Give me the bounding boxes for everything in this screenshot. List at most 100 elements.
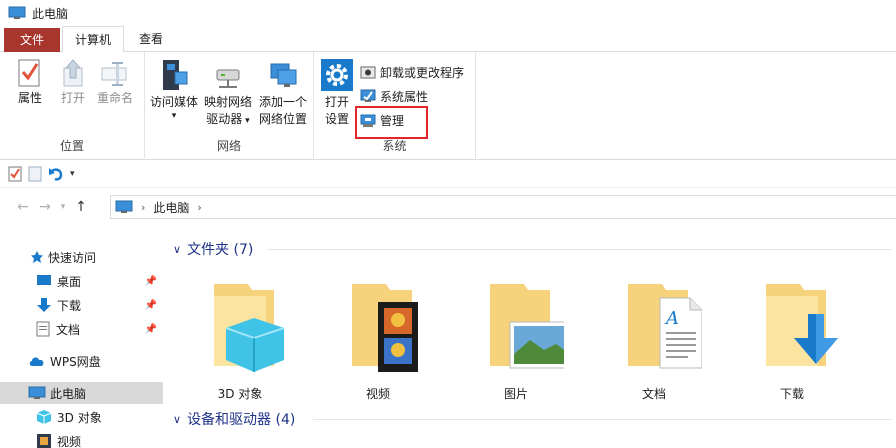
svg-text:A: A xyxy=(664,308,679,329)
sidebar-item-label: 视频 xyxy=(57,434,82,448)
breadcrumb-this-pc[interactable]: 此电脑 xyxy=(153,199,189,216)
breadcrumb-chevron-icon-2[interactable]: › xyxy=(197,201,201,214)
qat-new-folder-icon[interactable] xyxy=(28,166,42,182)
breadcrumb-chevron-icon[interactable]: › xyxy=(141,201,145,214)
uninstall-icon xyxy=(360,66,376,79)
this-pc-icon xyxy=(8,6,26,19)
sidebar-item-videos[interactable]: 视频 xyxy=(0,430,163,448)
navigation-row: ← → ▾ ↑ › 此电脑 › xyxy=(0,192,896,222)
document-icon xyxy=(36,321,50,337)
tab-computer[interactable]: 计算机 xyxy=(62,26,124,53)
tab-view[interactable]: 查看 xyxy=(128,26,174,52)
ribbon: 属性 打开 重命名 位置 访问媒体 ▾ 映射网络 驱动器 ▾ 添加一个 网络位置… xyxy=(0,52,896,160)
folders-header-label: 文件夹 (7) xyxy=(187,242,254,258)
sidebar-item-label: 3D 对象 xyxy=(57,410,102,425)
3d-objects-folder-icon xyxy=(214,284,285,372)
documents-folder-icon: A xyxy=(628,284,702,369)
sidebar-item-documents[interactable]: 文档 📌 xyxy=(0,318,163,340)
media-icon xyxy=(163,60,188,90)
folder-name: 下载 xyxy=(779,387,804,401)
settings-gear-icon xyxy=(321,59,353,91)
address-bar[interactable]: › 此电脑 › xyxy=(110,195,896,219)
window-title: 此电脑 xyxy=(32,6,69,21)
open-settings-label-1: 打开 xyxy=(324,95,349,109)
cloud-icon xyxy=(29,357,44,366)
network-drive-icon xyxy=(216,69,240,88)
open-button[interactable]: 打开 xyxy=(56,58,90,107)
access-media-button[interactable]: 访问媒体 ▾ xyxy=(147,58,201,121)
sidebar-item-quick-access[interactable]: 快速访问 xyxy=(0,246,163,268)
chevron-down-icon[interactable]: ∨ xyxy=(173,243,181,256)
pin-icon[interactable]: 📌 xyxy=(145,300,157,311)
group-location-label: 位置 xyxy=(59,139,84,153)
open-settings-label-2: 设置 xyxy=(324,112,349,126)
title-bar: 此电脑 xyxy=(0,0,896,26)
section-divider xyxy=(267,249,892,250)
qat-customize-icon[interactable]: ▾ xyxy=(70,169,75,179)
open-label: 打开 xyxy=(60,91,85,105)
map-drive-button[interactable]: 映射网络 驱动器 ▾ xyxy=(201,58,255,130)
sidebar-item-downloads[interactable]: 下载 📌 xyxy=(0,294,163,316)
qat-undo-icon[interactable] xyxy=(48,166,64,182)
folder-3d-objects[interactable]: 3D 对象 xyxy=(185,278,295,401)
qat-properties-icon[interactable] xyxy=(8,166,22,182)
videos-folder-icon xyxy=(352,284,418,372)
tab-file[interactable]: 文件 xyxy=(4,28,60,52)
folder-documents[interactable]: A 文档 xyxy=(599,278,709,401)
manage-highlight-box xyxy=(355,106,428,139)
sidebar-item-this-pc[interactable]: 此电脑 xyxy=(0,382,163,404)
pin-icon[interactable]: 📌 xyxy=(145,276,157,287)
sidebar-item-3d-objects[interactable]: 3D 对象 xyxy=(0,406,163,428)
section-divider xyxy=(313,419,892,420)
folder-downloads[interactable]: 下载 xyxy=(737,278,847,401)
this-pc-icon xyxy=(28,386,46,399)
properties-button[interactable]: 属性 xyxy=(12,58,48,107)
desktop-icon xyxy=(37,275,51,285)
star-icon xyxy=(31,251,43,263)
add-network-location-button[interactable]: 添加一个 网络位置 xyxy=(255,58,311,128)
access-media-label: 访问媒体 xyxy=(149,95,198,109)
downloads-folder-icon xyxy=(766,284,838,366)
pin-icon[interactable]: 📌 xyxy=(145,324,157,335)
devices-section-header[interactable]: ∨ 设备和驱动器 (4) xyxy=(173,408,295,430)
network-location-icon xyxy=(270,63,297,87)
forward-arrow-icon[interactable]: → xyxy=(34,199,56,215)
group-system: 打开 设置 卸载或更改程序 系统属性 管理 系统 xyxy=(314,52,476,158)
sidebar-item-wps-cloud[interactable]: WPS网盘 xyxy=(0,350,163,372)
folders-section-header[interactable]: ∨ 文件夹 (7) xyxy=(173,238,253,260)
add-location-label-2: 网络位置 xyxy=(258,112,307,126)
group-network: 访问媒体 ▾ 映射网络 驱动器 ▾ 添加一个 网络位置 网络 xyxy=(145,52,314,158)
system-properties-button[interactable]: 系统属性 xyxy=(360,86,428,106)
system-properties-icon xyxy=(360,89,376,102)
3d-cube-icon xyxy=(36,410,52,424)
open-settings-button[interactable]: 打开 设置 xyxy=(318,58,356,128)
rename-button[interactable]: 重命名 xyxy=(94,58,136,107)
folder-name: 3D 对象 xyxy=(217,387,263,401)
sidebar-item-label: 下载 xyxy=(57,298,82,313)
open-icon xyxy=(63,59,83,87)
uninstall-label: 卸载或更改程序 xyxy=(380,65,465,80)
navigation-pane: 快速访问 桌面 📌 下载 📌 文档 📌 WPS网盘 此电脑 3D 对象 视频 xyxy=(0,236,163,448)
recent-chevron-down-icon[interactable]: ▾ xyxy=(56,202,70,212)
folder-videos[interactable]: 视频 xyxy=(323,278,433,401)
folder-pictures[interactable]: 图片 xyxy=(461,278,571,401)
pictures-folder-icon xyxy=(490,284,564,369)
quick-access-toolbar: ▾ xyxy=(0,160,896,188)
video-film-icon xyxy=(37,434,51,448)
devices-header-label: 设备和驱动器 (4) xyxy=(187,412,296,428)
chevron-down-icon[interactable]: ∨ xyxy=(173,413,181,426)
rename-icon xyxy=(101,62,127,86)
sidebar-item-desktop[interactable]: 桌面 📌 xyxy=(0,270,163,292)
back-arrow-icon[interactable]: ← xyxy=(12,199,34,215)
group-system-label: 系统 xyxy=(382,139,407,153)
group-location: 属性 打开 重命名 位置 xyxy=(0,52,145,158)
map-drive-label-2: 驱动器 xyxy=(206,112,243,126)
rename-label: 重命名 xyxy=(96,91,133,105)
sidebar-item-label: 此电脑 xyxy=(50,386,87,401)
content-pane: ∨ 文件夹 (7) 3D 对象 视频 图片 A 文档 下载 ∨ 设备和驱动器 (… xyxy=(163,236,896,448)
folder-name: 图片 xyxy=(503,387,528,401)
sidebar-item-label: 快速访问 xyxy=(48,250,97,265)
up-arrow-icon[interactable]: ↑ xyxy=(70,199,92,215)
sidebar-item-label: WPS网盘 xyxy=(50,354,101,369)
uninstall-programs-button[interactable]: 卸载或更改程序 xyxy=(360,62,464,82)
